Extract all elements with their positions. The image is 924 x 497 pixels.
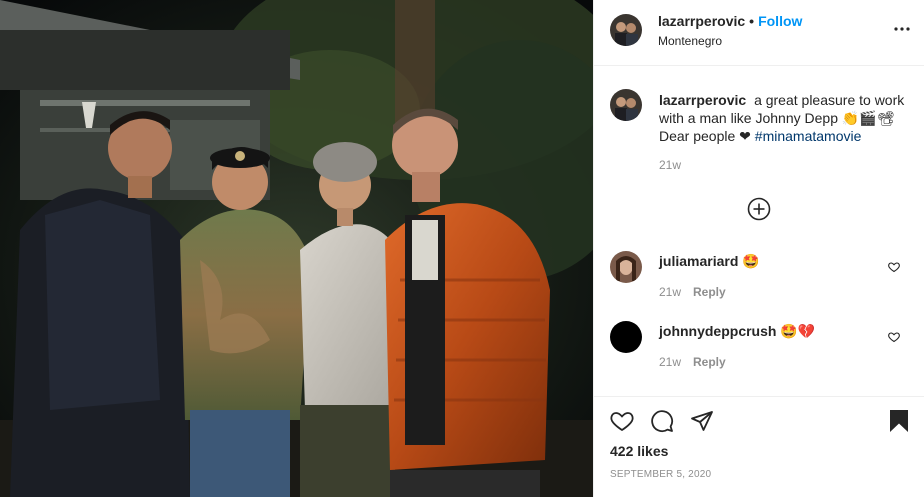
save-bookmark-icon[interactable] [887,409,911,433]
author-line: lazarrperovic • Follow [658,13,802,29]
reply-button[interactable]: Reply [693,355,726,369]
post-photo[interactable] [0,0,593,497]
comment-username[interactable]: johnnydeppcrush [659,323,776,339]
like-heart-icon[interactable] [610,409,634,433]
caption-timestamp[interactable]: 21w [659,158,681,172]
avatar-image [610,14,642,46]
comment-like-icon[interactable] [888,261,900,273]
caption-avatar[interactable] [610,89,642,121]
post-side-panel: lazarrperovic • Follow Montenegro lazarr… [593,0,924,497]
post-header: lazarrperovic • Follow Montenegro [594,0,924,66]
post-photo-image [0,0,593,497]
avatar-image [610,251,642,283]
post-location[interactable]: Montenegro [658,34,722,48]
comment-icon[interactable] [650,409,674,433]
author-username[interactable]: lazarrperovic [658,13,745,29]
separator-dot: • [749,13,755,29]
post-date[interactable]: September 5, 2020 [610,469,711,480]
reply-button[interactable]: Reply [693,285,726,299]
avatar-image [610,321,642,353]
comment-meta: 21w Reply [659,285,726,299]
comment-like-icon[interactable] [888,331,900,343]
comment-line: johnnydeppcrush 🤩💔 [659,323,815,340]
comment-text: 🤩💔 [780,323,816,339]
comment-username[interactable]: juliamariard [659,253,738,269]
comment-meta: 21w Reply [659,355,726,369]
load-more-icon[interactable] [747,197,771,221]
likes-count[interactable]: 422 likes [610,443,668,459]
avatar-image [610,89,642,121]
commenter-avatar[interactable] [610,251,642,283]
instagram-post: lazarrperovic • Follow Montenegro lazarr… [0,0,924,497]
author-avatar[interactable] [610,14,642,46]
comment-line: juliamariard 🤩 [659,253,760,270]
comment-text: 🤩 [742,253,760,269]
caption-hashtag[interactable]: #minamatamovie [755,128,862,144]
caption-username[interactable]: lazarrperovic [659,92,746,108]
follow-button[interactable]: Follow [758,13,802,29]
caption-text: lazarrperovic a great pleasure to work w… [659,91,909,145]
commenter-avatar[interactable] [610,321,642,353]
more-horizontal-icon[interactable] [893,20,911,38]
share-icon[interactable] [690,409,714,433]
post-actions: 422 likes September 5, 2020 [594,396,924,497]
comment-time[interactable]: 21w [659,285,681,299]
comment-time[interactable]: 21w [659,355,681,369]
